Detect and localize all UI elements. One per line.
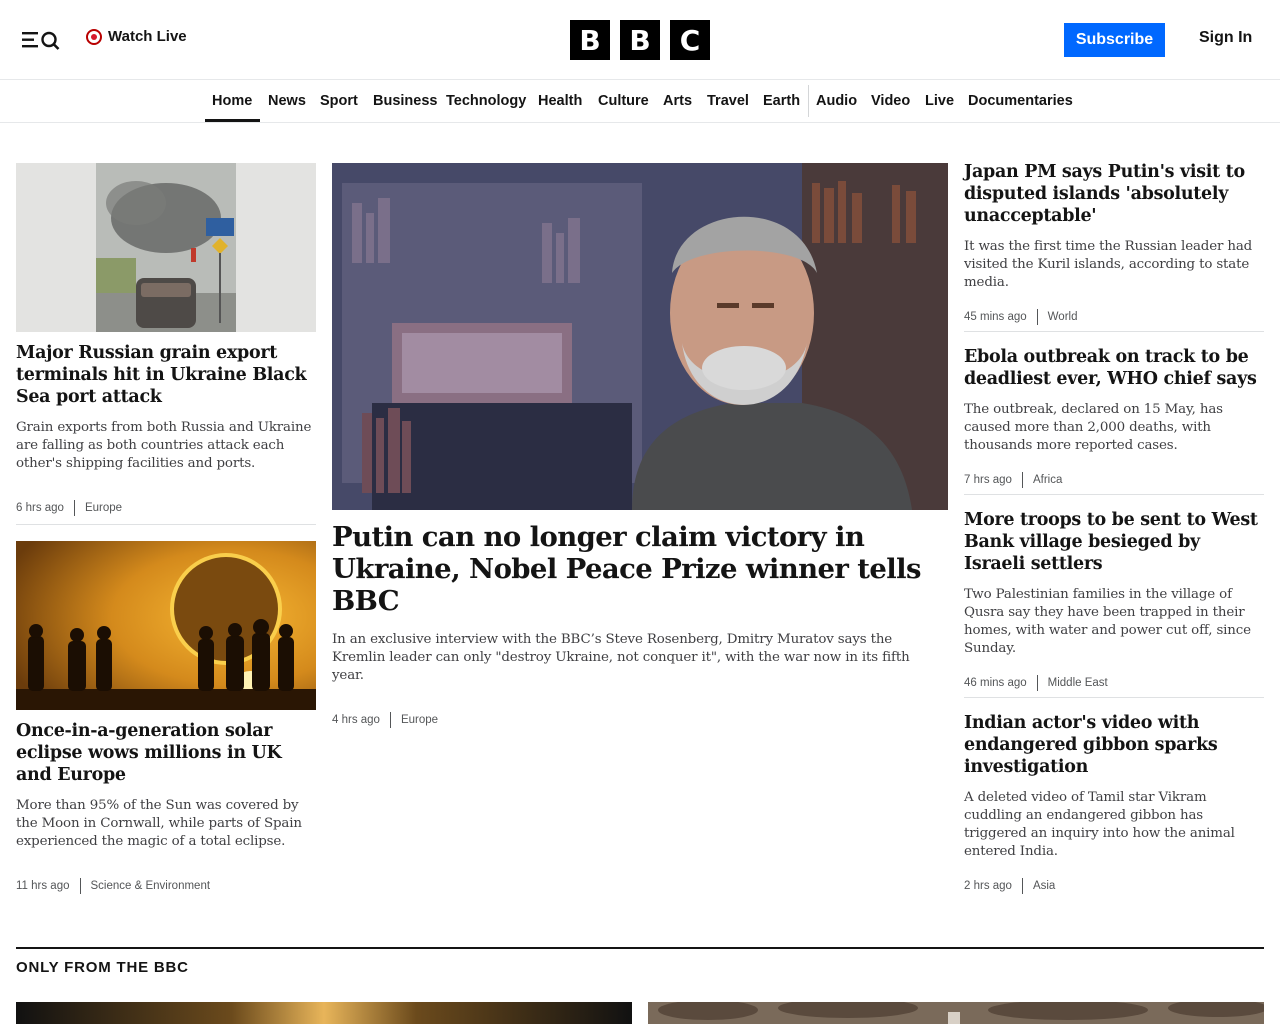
story-headline[interactable]: More troops to be sent to West Bank vill… (964, 509, 1264, 575)
story-section-link[interactable]: Africa (1033, 474, 1062, 486)
main-story-summary: In an exclusive interview with the BBC’s… (332, 632, 910, 683)
nav-item-health[interactable]: Health (538, 93, 582, 109)
nav-item-technology[interactable]: Technology (446, 93, 526, 109)
story-time: 4 hrs ago (332, 714, 380, 726)
story-meta: 4 hrs ago Europe (332, 712, 948, 728)
meta-separator (389, 712, 391, 728)
story-headline[interactable]: Indian actor's video with endangered gib… (964, 712, 1264, 778)
nav-item-earth[interactable]: Earth (763, 93, 800, 109)
story-divider (964, 494, 1264, 495)
menu-search-button[interactable] (20, 26, 64, 54)
live-indicator-icon (86, 28, 102, 45)
nav-item-culture[interactable]: Culture (598, 93, 649, 109)
meta-separator (1021, 878, 1023, 894)
story-image-graphic (332, 163, 948, 510)
meta-separator (1036, 309, 1038, 325)
story-headline[interactable]: Once-in-a-generation solar eclipse wows … (16, 720, 316, 786)
nav-active-indicator (205, 119, 260, 122)
story-image-solar-eclipse[interactable] (16, 541, 316, 710)
nav-item-news[interactable]: News (268, 93, 306, 109)
story-divider (16, 524, 316, 525)
story-headline[interactable]: Ebola outbreak on track to be deadliest … (964, 346, 1264, 390)
story-meta: 2 hrs ago Asia (964, 878, 1264, 894)
story-section-link[interactable]: Europe (401, 714, 438, 726)
nav-item-video[interactable]: Video (871, 93, 910, 109)
story-card-right-2: Ebola outbreak on track to be deadliest … (964, 346, 1264, 488)
menu-search-icon (22, 31, 60, 50)
nav-item-business[interactable]: Business (373, 93, 437, 109)
meta-separator (73, 500, 75, 516)
story-divider (964, 697, 1264, 698)
story-time: 7 hrs ago (964, 474, 1012, 486)
story-card-right-1: Japan PM says Putin's visit to disputed … (964, 161, 1264, 325)
main-story-image[interactable] (332, 163, 948, 510)
meta-separator (1021, 472, 1023, 488)
story-image-graphic (16, 541, 316, 710)
meta-separator (1036, 675, 1038, 691)
story-summary: It was the first time the Russian leader… (964, 239, 1253, 290)
feature-image-graphic (16, 1002, 632, 1024)
story-summary: A deleted video of Tamil star Vikram cud… (964, 790, 1235, 859)
story-section-link[interactable]: World (1048, 311, 1078, 323)
logo-letter: B (570, 20, 610, 60)
story-card-left-2: Once-in-a-generation solar eclipse wows … (16, 720, 316, 894)
logo-letter: B (620, 20, 660, 60)
story-time: 2 hrs ago (964, 880, 1012, 892)
story-section-link[interactable]: Europe (85, 502, 122, 514)
logo-letter: C (670, 20, 710, 60)
main-story-card: Putin can no longer claim victory in Ukr… (332, 521, 948, 728)
story-divider (964, 331, 1264, 332)
nav-item-documentaries[interactable]: Documentaries (968, 93, 1073, 109)
feature-image-left[interactable] (16, 1002, 632, 1024)
watch-live-link[interactable]: Watch Live (86, 28, 187, 45)
story-section-link[interactable]: Asia (1033, 880, 1055, 892)
story-image-graphic (16, 163, 316, 332)
story-meta: 6 hrs ago Europe (16, 500, 316, 516)
watch-live-label: Watch Live (108, 28, 187, 45)
story-summary: More than 95% of the Sun was covered by … (16, 798, 302, 849)
main-story-headline[interactable]: Putin can no longer claim victory in Ukr… (332, 521, 948, 617)
feature-image-right[interactable] (648, 1002, 1264, 1024)
story-time: 46 mins ago (964, 677, 1027, 689)
story-card-right-4: Indian actor's video with endangered gib… (964, 712, 1264, 894)
story-meta: 7 hrs ago Africa (964, 472, 1264, 488)
story-card-left-1: Major Russian grain export terminals hit… (16, 342, 316, 516)
story-image-grain-port[interactable] (16, 163, 316, 332)
nav-divider (808, 85, 809, 117)
story-time: 45 mins ago (964, 311, 1027, 323)
top-header: Watch Live B B C Subscribe Sign In (0, 0, 1280, 80)
nav-item-live[interactable]: Live (925, 93, 954, 109)
bbc-logo[interactable]: B B C (570, 20, 710, 60)
feature-image-graphic (648, 1002, 1264, 1024)
main-nav: Home News Sport Business Technology Heal… (0, 81, 1280, 123)
story-section-link[interactable]: Science & Environment (91, 880, 211, 892)
nav-item-home[interactable]: Home (212, 93, 252, 109)
story-card-right-3: More troops to be sent to West Bank vill… (964, 509, 1264, 691)
section-title-only-from-bbc: ONLY FROM THE BBC (16, 959, 189, 976)
nav-item-arts[interactable]: Arts (663, 93, 692, 109)
nav-item-sport[interactable]: Sport (320, 93, 358, 109)
meta-separator (79, 878, 81, 894)
story-section-link[interactable]: Middle East (1048, 677, 1108, 689)
nav-item-travel[interactable]: Travel (707, 93, 749, 109)
story-summary: Two Palestinian families in the village … (964, 587, 1251, 656)
story-meta: 45 mins ago World (964, 309, 1264, 325)
sign-in-link[interactable]: Sign In (1199, 29, 1252, 47)
story-time: 11 hrs ago (16, 880, 70, 892)
story-meta: 11 hrs ago Science & Environment (16, 878, 316, 894)
story-meta: 46 mins ago Middle East (964, 675, 1264, 691)
nav-item-audio[interactable]: Audio (816, 93, 857, 109)
story-headline[interactable]: Major Russian grain export terminals hit… (16, 342, 316, 408)
story-time: 6 hrs ago (16, 502, 64, 514)
section-divider (16, 947, 1264, 949)
story-summary: The outbreak, declared on 15 May, has ca… (964, 402, 1223, 453)
story-headline[interactable]: Japan PM says Putin's visit to disputed … (964, 161, 1264, 227)
story-summary: Grain exports from both Russia and Ukrai… (16, 420, 312, 471)
subscribe-button[interactable]: Subscribe (1064, 23, 1165, 57)
